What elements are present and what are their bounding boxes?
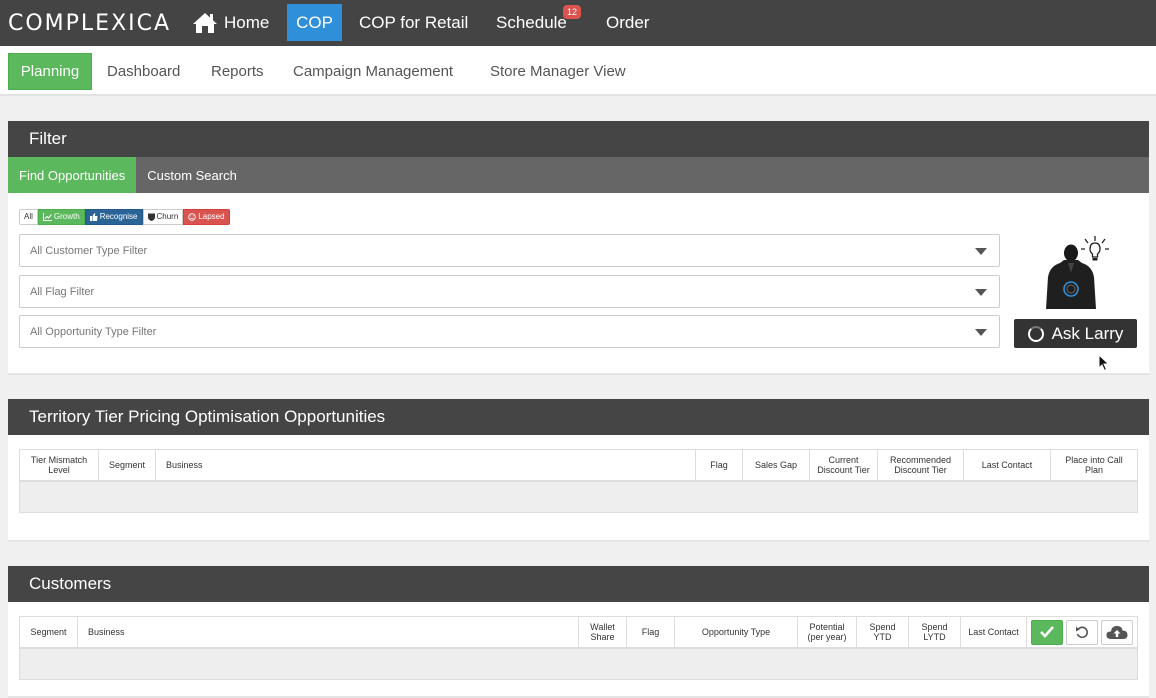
chip-recognise[interactable]: Recognise [84,209,143,225]
undo-icon [1076,626,1088,639]
customer-type-filter-value: All Customer Type Filter [30,244,148,257]
undo-button[interactable] [1066,619,1098,645]
customers-panel: Customers Segment Business Wallet Share … [8,566,1149,698]
chip-growth[interactable]: Growth [37,209,85,225]
col-last-contact[interactable]: Last Contact [964,450,1051,480]
table-body-empty [20,649,1137,679]
tab-custom-search[interactable]: Custom Search [136,157,248,193]
nav-order[interactable]: Order [606,0,649,46]
tab-dashboard[interactable]: Dashboard [107,53,180,90]
ask-larry-button[interactable]: Ask Larry [1014,319,1137,348]
col-current-discount-tier[interactable]: Current Discount Tier [810,450,878,480]
ask-larry-label: Ask Larry [1051,323,1124,343]
chip-recognise-label: Recognise [99,212,138,221]
nav-home-label: Home [224,13,270,32]
col-recommended-discount-tier[interactable]: Recommended Discount Tier [878,450,964,480]
tab-reports[interactable]: Reports [211,53,264,90]
col-business[interactable]: Business [156,450,696,480]
col-spend-lytd[interactable]: Spend LYTD [909,617,961,647]
col-potential-per-year[interactable]: Potential (per year) [798,617,857,647]
tab-store-manager-view[interactable]: Store Manager View [490,53,626,90]
tab-planning[interactable]: Planning [8,53,92,90]
table-actions [1027,617,1137,647]
complexica-logo[interactable]: COMPLEXICA [8,11,171,36]
col-flag[interactable]: Flag [696,450,743,480]
chip-all-label: All [24,212,33,221]
flag-filter-value: All Flag Filter [30,285,95,298]
home-icon [193,13,217,33]
confirm-button[interactable] [1031,619,1063,645]
col-tier-mismatch-level[interactable]: Tier Mismatch Level [20,450,99,480]
larry-avatar-icon [1046,236,1109,309]
flag-chip-group: All Growth Recognise Churn Lapsed [19,209,230,225]
chip-lapsed[interactable]: Lapsed [183,209,230,225]
shield-icon [147,213,155,221]
opportunity-type-filter-select[interactable]: All Opportunity Type Filter [19,315,1000,348]
table-header-row: Segment Business Wallet Share Flag Oppor… [20,617,1137,649]
sad-face-icon [188,213,197,221]
tab-campaign-management[interactable]: Campaign Management [293,53,453,90]
customers-table: Segment Business Wallet Share Flag Oppor… [19,616,1138,680]
col-last-contact[interactable]: Last Contact [961,617,1027,647]
loading-ring-icon [1027,325,1044,342]
chevron-down-icon [975,289,987,296]
chip-all[interactable]: All [19,209,38,225]
tab-find-opportunities[interactable]: Find Opportunities [8,157,137,193]
customer-type-filter-select[interactable]: All Customer Type Filter [19,234,1000,267]
cloud-upload-icon [1106,625,1128,639]
filter-panel-title: Filter [8,121,1149,157]
chevron-down-icon [975,248,987,255]
col-segment[interactable]: Segment [20,617,78,647]
schedule-badge: 12 [563,5,582,19]
top-navbar: COMPLEXICA Home COP COP for Retail Sched… [0,0,1156,46]
col-segment[interactable]: Segment [99,450,156,480]
upload-button[interactable] [1101,619,1133,645]
table-header-row: Tier Mismatch Level Segment Business Fla… [20,450,1137,482]
chevron-down-icon [975,329,987,336]
check-icon [1040,626,1054,638]
customers-panel-title: Customers [8,566,1149,602]
filter-panel: Filter Find Opportunities Custom Search … [8,121,1149,375]
chip-churn[interactable]: Churn [142,209,184,225]
sub-navbar: Planning Dashboard Reports Campaign Mana… [0,46,1156,96]
flag-filter-select[interactable]: All Flag Filter [19,275,1000,308]
col-wallet-share[interactable]: Wallet Share [579,617,627,647]
col-sales-gap[interactable]: Sales Gap [743,450,810,480]
filter-tabs: Find Opportunities Custom Search [8,157,1149,193]
nav-home[interactable]: Home [192,0,269,46]
chip-lapsed-label: Lapsed [198,212,225,221]
col-place-into-call-plan[interactable]: Place into Call Plan [1051,450,1137,480]
mouse-pointer-icon [1098,354,1110,372]
col-flag[interactable]: Flag [627,617,675,647]
chip-churn-label: Churn [156,212,179,221]
chip-growth-label: Growth [53,212,80,221]
table-body-empty [20,482,1137,512]
nav-schedule[interactable]: Schedule [496,0,567,46]
thumbs-up-icon [89,213,98,221]
col-spend-ytd[interactable]: Spend YTD [857,617,909,647]
nav-cop-for-retail[interactable]: COP for Retail [359,0,468,46]
tier-pricing-panel: Territory Tier Pricing Optimisation Oppo… [8,399,1149,542]
line-chart-icon [42,213,52,221]
col-opportunity-type[interactable]: Opportunity Type [675,617,798,647]
tier-panel-title: Territory Tier Pricing Optimisation Oppo… [8,399,1149,435]
nav-cop[interactable]: COP [287,4,342,41]
opportunity-type-filter-value: All Opportunity Type Filter [30,325,157,338]
tier-opportunities-table: Tier Mismatch Level Segment Business Fla… [19,449,1138,513]
col-business[interactable]: Business [78,617,579,647]
